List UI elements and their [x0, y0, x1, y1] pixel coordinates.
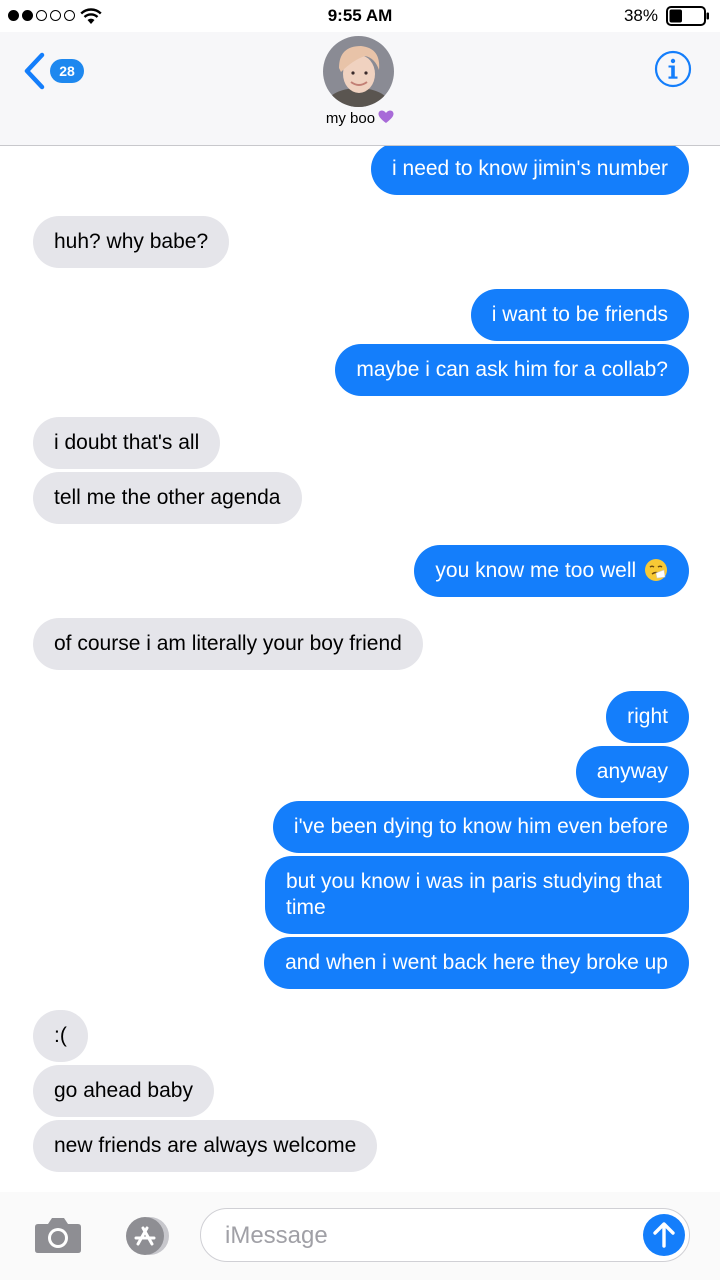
message-bubble-incoming[interactable]: huh? why babe?	[33, 216, 230, 268]
message-bubble-outgoing[interactable]: i need to know jimin's number	[371, 146, 689, 195]
conversation-header: 28 my boo	[0, 32, 720, 146]
battery-percent: 38%	[623, 6, 658, 25]
message-bubble-incoming[interactable]: go ahead baby	[33, 1065, 214, 1117]
message-text: i need to know jimin's number	[392, 157, 668, 180]
message-text: you know me too well	[435, 559, 637, 582]
battery-icon	[666, 6, 709, 26]
message-text: but you know i was in paris studying tha…	[286, 870, 662, 919]
contact-name: my boo	[325, 110, 376, 127]
message-bubble-incoming[interactable]: tell me the other agenda	[33, 472, 302, 524]
message-text: :(	[54, 1024, 67, 1047]
message-text: new friends are always welcome	[54, 1134, 357, 1157]
message-bubble-outgoing[interactable]: but you know i was in paris studying tha…	[265, 856, 689, 934]
message-text: and when i went back here they broke up	[285, 951, 668, 974]
message-bubble-outgoing[interactable]: maybe i can ask him for a collab?	[335, 344, 689, 396]
chevron-left-icon	[24, 52, 45, 90]
unread-count-badge: 28	[50, 59, 84, 83]
info-button[interactable]	[654, 50, 692, 88]
back-button[interactable]: 28	[22, 52, 84, 90]
camera-button[interactable]	[34, 1214, 82, 1254]
message-field[interactable]	[200, 1208, 690, 1262]
message-text: anyway	[596, 760, 668, 783]
status-time: 9:55 AM	[327, 6, 393, 25]
message-bubble-incoming[interactable]: :(	[33, 1010, 88, 1062]
message-bubble-outgoing[interactable]: i've been dying to know him even before	[272, 801, 689, 853]
send-arrow-button[interactable]	[643, 1214, 685, 1256]
message-bubble-incoming[interactable]: i doubt that's all	[33, 417, 221, 469]
message-bubble-outgoing[interactable]: i want to be friends	[470, 289, 689, 341]
message-bubble-incoming[interactable]: new friends are always welcome	[33, 1120, 378, 1172]
message-text: go ahead baby	[54, 1079, 193, 1102]
message-bubble-outgoing[interactable]: anyway	[575, 746, 689, 798]
contact-avatar[interactable]	[323, 36, 394, 107]
message-bubble-outgoing[interactable]: right	[606, 691, 689, 743]
purple-heart-icon	[378, 110, 394, 123]
message-text: i doubt that's all	[54, 431, 200, 454]
message-text: i want to be friends	[491, 303, 668, 326]
message-bubble-incoming[interactable]: of course i am literally your boy friend	[33, 618, 423, 670]
status-bar: 9:55 AM 38%	[0, 0, 720, 32]
message-thread[interactable]: i need to know jimin's number huh? why b…	[0, 146, 720, 1192]
message-text: of course i am literally your boy friend	[54, 632, 402, 655]
message-bubble-outgoing[interactable]: you know me too well	[414, 545, 689, 597]
message-text: maybe i can ask him for a collab?	[356, 358, 668, 381]
message-text: huh? why babe?	[54, 230, 209, 253]
message-bubble-outgoing[interactable]: and when i went back here they broke up	[264, 937, 689, 989]
message-input[interactable]	[223, 1219, 627, 1253]
contact-name-row[interactable]: my boo	[0, 110, 720, 127]
message-text: right	[627, 705, 668, 728]
message-text: tell me the other agenda	[54, 486, 281, 509]
app-store-button[interactable]	[116, 1216, 174, 1256]
compose-bar	[0, 1192, 720, 1280]
sneezing-face-icon	[645, 559, 667, 581]
message-text: i've been dying to know him even before	[293, 815, 668, 838]
